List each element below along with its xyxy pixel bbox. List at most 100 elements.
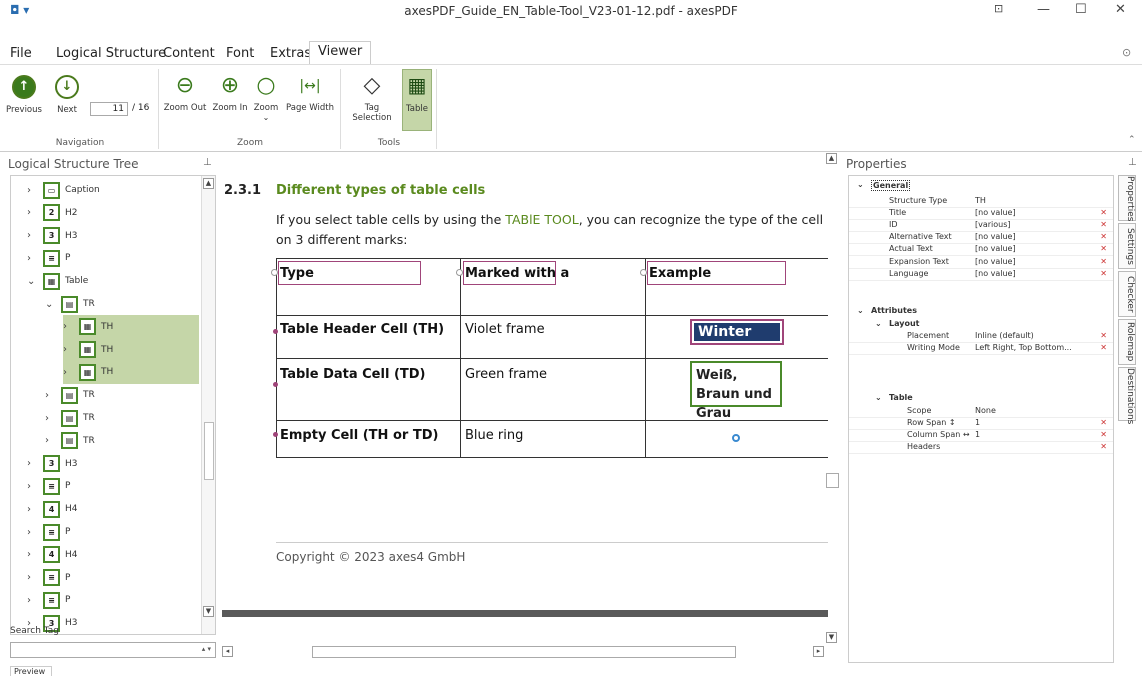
property-value[interactable]: Inline (default)	[975, 331, 1034, 340]
zoom-dropdown-button[interactable]: ○ Zoom ⌄	[251, 73, 281, 122]
clear-value-icon[interactable]: ✕	[1100, 269, 1107, 278]
document-viewer[interactable]: 2.3.1 Different types of table cells If …	[222, 170, 828, 640]
property-value[interactable]: TH	[975, 196, 986, 205]
tree-item[interactable]: › ▦ TH	[63, 337, 199, 362]
tree-item[interactable]: › ≡ P	[27, 474, 199, 498]
property-row[interactable]: Language [no value] ✕	[849, 269, 1113, 281]
property-value[interactable]: None	[975, 406, 996, 415]
chevron-down-icon[interactable]: ⌄	[27, 276, 39, 287]
chevron-right-icon[interactable]: ›	[63, 321, 75, 332]
spinner-icon[interactable]: ▴ ▾	[202, 645, 211, 653]
property-value[interactable]: [various]	[975, 220, 1011, 229]
property-value[interactable]: [no value]	[975, 269, 1016, 278]
table-tool-button[interactable]: ▦ Table	[402, 69, 432, 131]
tree-item[interactable]: ⌄ ▦ Table	[27, 269, 199, 293]
doc-hscroll-thumb[interactable]	[312, 646, 736, 658]
side-tab-rolemap[interactable]: Rolemap	[1118, 319, 1136, 365]
clear-value-icon[interactable]: ✕	[1100, 208, 1107, 217]
tree-item[interactable]: › ≡ P	[27, 246, 199, 270]
logical-structure-tree[interactable]: › ▭ Caption › 2 H2 › 3 H3 › ≡ P ⌄ ▦ Table ⌄ ▤ TR › ▦ TH › ▦ TH ›…	[10, 175, 216, 635]
ribbon-display-icon[interactable]: ⊡	[994, 2, 1003, 15]
property-row[interactable]: Writing Mode Left Right, Top Bottom... ✕	[849, 343, 1113, 356]
side-tab-settings[interactable]: Settings	[1118, 223, 1136, 269]
doc-scroll-up-icon[interactable]: ▲	[826, 153, 837, 164]
preview-tab[interactable]: Preview	[10, 666, 52, 676]
menu-logical-structure[interactable]: Logical Structure	[56, 46, 166, 61]
clear-value-icon[interactable]: ✕	[1100, 430, 1107, 439]
side-tab-destinations[interactable]: Destinations	[1118, 367, 1136, 424]
property-row[interactable]: Structure Type TH	[849, 196, 1113, 208]
property-value[interactable]: [no value]	[975, 208, 1016, 217]
page-width-button[interactable]: |↔| Page Width	[284, 73, 336, 113]
property-value[interactable]: [no value]	[975, 232, 1016, 241]
search-tag-input[interactable]: ▴ ▾	[10, 642, 216, 658]
scroll-down-icon[interactable]: ▼	[203, 606, 214, 617]
minimize-button[interactable]: —	[1037, 2, 1050, 17]
clear-value-icon[interactable]: ✕	[1100, 232, 1107, 241]
property-value[interactable]: 1	[975, 430, 980, 439]
menu-viewer[interactable]: Viewer	[309, 41, 372, 65]
property-row[interactable]: Headers ✕	[849, 442, 1113, 455]
tree-item[interactable]: › ▤ TR	[45, 383, 199, 407]
tree-item[interactable]: › ▦ TH	[63, 360, 199, 385]
chevron-right-icon[interactable]: ›	[27, 207, 39, 218]
tree-item[interactable]: › 4 H4	[27, 497, 199, 521]
tree-item[interactable]: › ▭ Caption	[27, 178, 199, 202]
chevron-right-icon[interactable]: ›	[45, 413, 57, 424]
chevron-down-icon[interactable]: ⌄	[45, 299, 57, 310]
tree-item[interactable]: › ≡ P	[27, 566, 199, 590]
doc-scroll-right-icon[interactable]: ▸	[813, 646, 824, 657]
property-value[interactable]: 1	[975, 418, 980, 427]
chevron-right-icon[interactable]: ›	[63, 344, 75, 355]
clear-value-icon[interactable]: ✕	[1100, 442, 1107, 451]
tag-selection-button[interactable]: ◇ Tag Selection	[344, 73, 400, 123]
tree-item[interactable]: › ≡ P	[27, 588, 199, 612]
chevron-right-icon[interactable]: ›	[27, 549, 39, 560]
chevron-right-icon[interactable]: ›	[27, 253, 39, 264]
chevron-right-icon[interactable]: ›	[45, 435, 57, 446]
help-icon[interactable]: ⊙	[1122, 46, 1131, 59]
doc-scroll-left-icon[interactable]: ◂	[222, 646, 233, 657]
tree-scrollbar[interactable]: ▲ ▼	[201, 176, 215, 634]
side-tab-checker[interactable]: Checker	[1118, 271, 1136, 317]
chevron-right-icon[interactable]: ›	[27, 230, 39, 241]
scroll-up-icon[interactable]: ▲	[203, 178, 214, 189]
tree-item[interactable]: ⌄ ▤ TR	[45, 292, 199, 316]
chevron-right-icon[interactable]: ›	[27, 527, 39, 538]
property-value[interactable]: [no value]	[975, 244, 1016, 253]
tree-item[interactable]: › ≡ P	[27, 520, 199, 544]
menu-file[interactable]: File	[10, 46, 32, 61]
property-row[interactable]: Actual Text [no value] ✕	[849, 244, 1113, 257]
property-row[interactable]: Placement Inline (default) ✕	[849, 331, 1113, 343]
tree-item[interactable]: › ▦ TH	[63, 314, 199, 339]
chevron-right-icon[interactable]: ›	[27, 481, 39, 492]
chevron-right-icon[interactable]: ›	[45, 390, 57, 401]
collapse-ribbon-icon[interactable]: ⌃	[1128, 135, 1136, 145]
zoom-out-button[interactable]: ⊖ Zoom Out	[162, 73, 208, 113]
tree-item[interactable]: › 2 H2	[27, 201, 199, 225]
table-section-header[interactable]: ⌄ Table	[849, 393, 1113, 405]
tree-item[interactable]: › ▤ TR	[45, 406, 199, 430]
clear-value-icon[interactable]: ✕	[1100, 244, 1107, 253]
tree-item[interactable]: › ▤ TR	[45, 429, 199, 453]
tree-item[interactable]: › 3 H3	[27, 452, 199, 476]
menu-font[interactable]: Font	[226, 46, 254, 61]
chevron-right-icon[interactable]: ›	[27, 572, 39, 583]
close-button[interactable]: ✕	[1115, 2, 1126, 17]
clear-value-icon[interactable]: ✕	[1100, 220, 1107, 229]
chevron-right-icon[interactable]: ›	[63, 367, 75, 378]
tree-item[interactable]: › 3 H3	[27, 224, 199, 248]
clear-value-icon[interactable]: ✕	[1100, 418, 1107, 427]
previous-button[interactable]: ↑ Previous	[4, 75, 44, 115]
property-row[interactable]: Alternative Text [no value] ✕	[849, 232, 1113, 245]
property-row[interactable]: Expansion Text [no value] ✕	[849, 257, 1113, 269]
chevron-right-icon[interactable]: ›	[27, 595, 39, 606]
layout-section-header[interactable]: ⌄ Layout	[849, 319, 1113, 331]
maximize-button[interactable]: ☐	[1075, 2, 1087, 17]
clear-value-icon[interactable]: ✕	[1100, 343, 1107, 352]
menu-extras[interactable]: Extras	[270, 46, 311, 61]
pin-icon[interactable]: ⊥	[203, 157, 212, 168]
zoom-in-button[interactable]: ⊕ Zoom In	[210, 73, 250, 113]
attributes-section-header[interactable]: ⌄ Attributes	[849, 306, 1113, 318]
property-row[interactable]: Column Span ↔ 1 ✕	[849, 430, 1113, 443]
